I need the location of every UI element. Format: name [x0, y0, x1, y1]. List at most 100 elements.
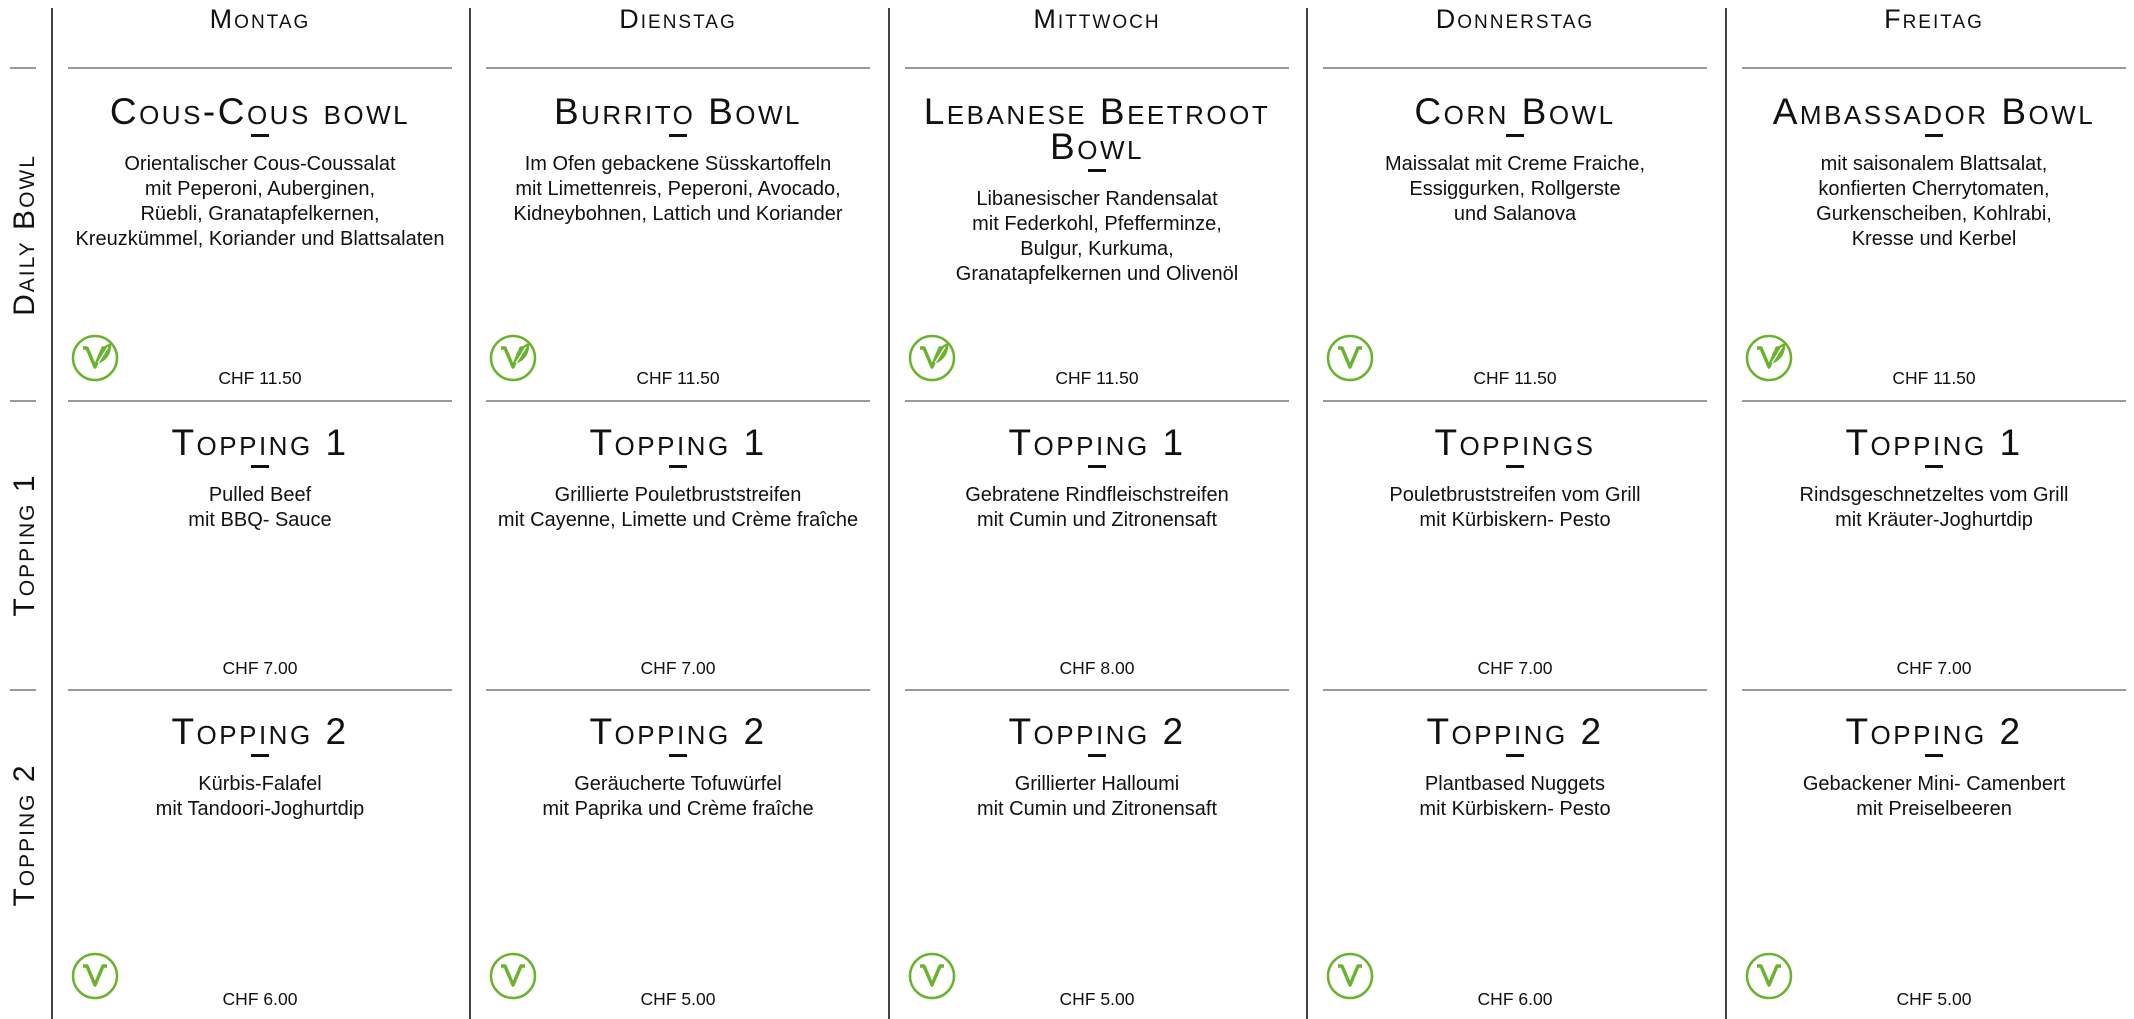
row-divider — [1323, 67, 1707, 69]
menu-cell-daily-bowl: Ambassador Bowl mit saisonalem Blattsalat… — [1725, 91, 2134, 252]
dish-title: Topping 1 — [1845, 422, 2023, 463]
dish-title: Cous-Cous bowl — [109, 91, 411, 132]
dish-title: Burrito Bowl — [553, 91, 803, 132]
dish-title: Topping 2 — [1426, 711, 1604, 752]
day-header-freitag: Freitag — [1884, 4, 1984, 34]
title-dash — [251, 134, 269, 137]
dish-price: CHF 7.00 — [640, 658, 716, 678]
dish-title: Topping 2 — [171, 711, 349, 752]
row-divider — [1742, 400, 2126, 402]
dish-title: Lebanese Beetroot Bowl — [923, 91, 1271, 167]
dish-title: Topping 2 — [589, 711, 767, 752]
row-divider — [486, 67, 870, 69]
vegan-leaf-icon — [489, 334, 537, 382]
dish-description: Grillierter Halloumi mit Cumin und Zitro… — [976, 772, 1218, 820]
vegetarian-icon — [71, 952, 119, 1000]
title-dash — [669, 754, 687, 757]
row-divider — [486, 400, 870, 402]
vegetarian-icon — [908, 952, 956, 1000]
dish-title: Topping 2 — [1008, 711, 1186, 752]
row-divider — [486, 689, 870, 691]
dish-description: Plantbased Nuggets mit Kürbiskern- Pesto — [1419, 772, 1611, 820]
dish-price: CHF 7.00 — [222, 658, 298, 678]
title-dash — [1506, 754, 1524, 757]
row-divider — [1323, 400, 1707, 402]
title-dash — [1088, 465, 1106, 468]
dish-description: Maissalat mit Creme Fraiche, Essiggurken… — [1384, 152, 1646, 225]
row-divider — [1323, 689, 1707, 691]
title-dash — [1925, 754, 1943, 757]
vegan-leaf-icon — [71, 334, 119, 382]
row-label-daily-bowl: Daily Bowl — [8, 154, 41, 316]
vegan-leaf-icon — [908, 334, 956, 382]
vegetarian-icon — [1745, 952, 1793, 1000]
menu-cell-topping-2: Topping 2 Kürbis-Falafel mit Tandoori-Jog… — [51, 711, 469, 822]
dish-title: Topping 2 — [1845, 711, 2023, 752]
dish-description: Rindsgeschnetzeltes vom Grill mit Kräute… — [1799, 483, 2069, 531]
dish-description: mit saisonalem Blattsalat, konfierten Ch… — [1816, 152, 2052, 250]
title-dash — [669, 134, 687, 137]
menu-cell-topping-1: Topping 1 Rindsgeschnetzeltes vom Grill m… — [1725, 422, 2134, 533]
title-dash — [1506, 465, 1524, 468]
menu-cell-topping-2: Topping 2 Geräucherte Tofuwürfel mit Papr… — [469, 711, 887, 822]
dish-description: Pulled Beef mit BBQ- Sauce — [188, 483, 332, 531]
title-dash — [1088, 169, 1106, 172]
menu-cell-daily-bowl: Burrito Bowl Im Ofen gebackene Süsskartof… — [469, 91, 887, 227]
row-divider — [1742, 689, 2126, 691]
day-header-dienstag: Dienstag — [619, 4, 737, 34]
day-header-donnerstag: Donnerstag — [1435, 4, 1595, 34]
menu-cell-daily-bowl: Corn Bowl Maissalat mit Creme Fraiche, Es… — [1306, 91, 1724, 227]
dish-title: Topping 1 — [171, 422, 349, 463]
title-dash — [1506, 134, 1524, 137]
dish-price: CHF 8.00 — [1059, 658, 1135, 678]
dish-description: Geräucherte Tofuwürfel mit Paprika und C… — [542, 772, 814, 820]
label-tick — [10, 400, 36, 402]
dish-description: Gebackener Mini- Camenbert mit Preiselbe… — [1802, 772, 2066, 820]
vegetarian-icon — [489, 952, 537, 1000]
menu-cell-topping-1: Toppings Pouletbruststreifen vom Grill mi… — [1306, 422, 1724, 533]
menu-cell-topping-1: Topping 1 Grillierte Pouletbruststreifen … — [469, 422, 887, 533]
dish-title: Ambassador Bowl — [1772, 91, 2096, 132]
title-dash — [251, 754, 269, 757]
dish-description: Grillierte Pouletbruststreifen mit Cayen… — [497, 483, 859, 531]
vegan-leaf-icon — [1745, 334, 1793, 382]
dish-description: Kürbis-Falafel mit Tandoori-Joghurtdip — [155, 772, 365, 820]
row-divider — [905, 400, 1289, 402]
row-label-topping-1: Topping 1 — [8, 473, 41, 617]
row-divider — [68, 689, 452, 691]
menu-cell-topping-1: Topping 1 Gebratene Rindfleischstreifen m… — [888, 422, 1306, 533]
menu-cell-topping-2: Topping 2 Grillierter Halloumi mit Cumin … — [888, 711, 1306, 822]
dish-description: Pouletbruststreifen vom Grill mit Kürbis… — [1389, 483, 1641, 531]
title-dash — [1925, 465, 1943, 468]
row-divider — [1742, 67, 2126, 69]
day-header-montag: Montag — [209, 4, 311, 34]
dish-price: CHF 7.00 — [1477, 658, 1553, 678]
menu-cell-topping-2: Topping 2 Gebackener Mini- Camenbert mit … — [1725, 711, 2134, 822]
title-dash — [251, 465, 269, 468]
row-divider — [68, 400, 452, 402]
dish-description: Im Ofen gebackene Süsskartoffeln mit Lim… — [513, 152, 843, 225]
row-divider — [68, 67, 452, 69]
vegetarian-icon — [1326, 952, 1374, 1000]
dish-title: Topping 1 — [589, 422, 767, 463]
menu-cell-daily-bowl: Lebanese Beetroot Bowl Libanesischer Rand… — [888, 91, 1306, 287]
dish-description: Gebratene Rindfleischstreifen mit Cumin … — [965, 483, 1229, 531]
dish-title: Topping 1 — [1008, 422, 1186, 463]
menu-cell-topping-2: Topping 2 Plantbased Nuggets mit Kürbiske… — [1306, 711, 1724, 822]
row-divider — [905, 689, 1289, 691]
label-tick — [10, 67, 36, 69]
label-tick — [10, 689, 36, 691]
day-header-mittwoch: Mittwoch — [1033, 4, 1161, 34]
menu-cell-daily-bowl: Cous-Cous bowl Orientalischer Cous-Coussa… — [51, 91, 469, 252]
dish-title: Toppings — [1434, 422, 1596, 463]
title-dash — [1925, 134, 1943, 137]
dish-description: Orientalischer Cous-Coussalat mit Pepero… — [75, 152, 445, 250]
dish-price: CHF 7.00 — [1896, 658, 1972, 678]
row-divider — [905, 67, 1289, 69]
dish-title: Corn Bowl — [1414, 91, 1616, 132]
title-dash — [1088, 754, 1106, 757]
row-label-topping-2: Topping 2 — [8, 763, 41, 907]
dish-description: Libanesischer Randensalat mit Federkohl,… — [955, 187, 1239, 285]
title-dash — [669, 465, 687, 468]
vegetarian-icon — [1326, 334, 1374, 382]
